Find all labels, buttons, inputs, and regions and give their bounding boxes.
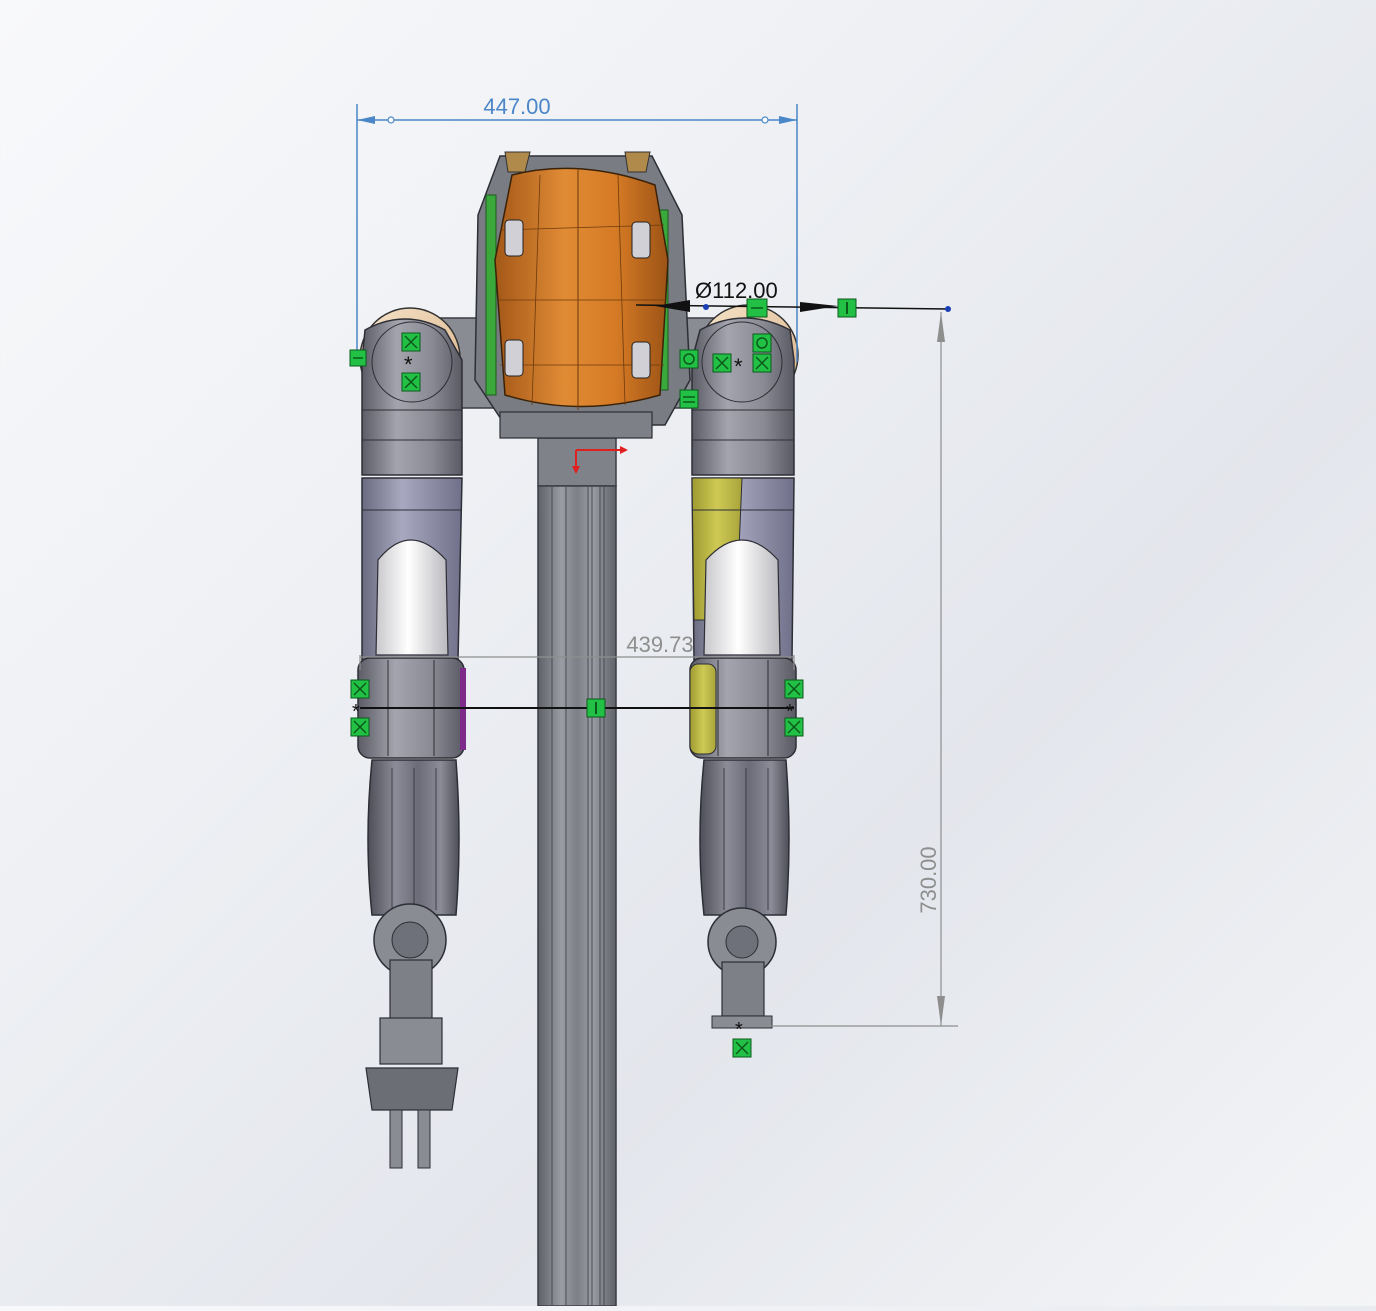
origin-asterisk-icon: * [735, 1019, 743, 1041]
coincident-constraint-icon[interactable] [732, 1038, 752, 1058]
origin-asterisk-icon: * [786, 701, 794, 723]
coincident-constraint-icon[interactable] [350, 679, 370, 699]
horizontal-constraint-icon[interactable] [586, 698, 606, 718]
horizontal-constraint-icon[interactable] [746, 298, 768, 318]
horizontal-constraint-icon[interactable] [349, 349, 367, 367]
origin-asterisk-icon: * [404, 352, 413, 377]
coincident-constraint-icon[interactable] [401, 332, 421, 352]
right-arm[interactable] [689, 304, 799, 1029]
cad-model-svg[interactable]: 447.00 Ø112.00 439.73 730.00 * * * * * [0, 0, 1376, 1307]
concentric-constraint-icon[interactable] [752, 333, 772, 353]
dimension-elbow-span-label[interactable]: 439.73 [626, 632, 693, 657]
coincident-constraint-icon[interactable] [712, 353, 732, 373]
left-arm[interactable] [357, 307, 466, 1169]
origin-asterisk-icon: * [352, 701, 360, 723]
coincident-constraint-icon[interactable] [752, 353, 772, 373]
dimension-height-label[interactable]: 730.00 [916, 846, 941, 913]
coincident-constraint-icon[interactable] [784, 679, 804, 699]
dimension-width-top-label[interactable]: 447.00 [483, 94, 550, 119]
robot-head[interactable] [474, 151, 691, 439]
support-column[interactable] [537, 437, 617, 1307]
origin-asterisk-icon: * [734, 354, 743, 379]
concentric-constraint-icon[interactable] [679, 349, 699, 369]
horizontal-constraint-icon[interactable] [837, 298, 857, 318]
cad-graphics-area[interactable]: 447.00 Ø112.00 439.73 730.00 * * * * * [0, 0, 1376, 1307]
equal-constraint-icon[interactable] [679, 389, 699, 409]
